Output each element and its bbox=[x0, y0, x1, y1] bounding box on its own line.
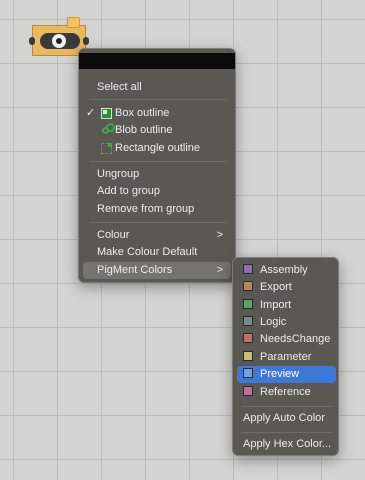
color-swatch bbox=[243, 281, 253, 291]
color-swatch bbox=[243, 264, 253, 274]
menu-item-colour[interactable]: Colour > bbox=[83, 227, 231, 244]
color-swatch bbox=[243, 316, 253, 326]
pigment-colors-submenu: Assembly Export Import Logic NeedsChange… bbox=[232, 257, 339, 456]
submenu-item-apply-hex-color[interactable]: Apply Hex Color... bbox=[237, 436, 336, 453]
submenu-item-assembly[interactable]: Assembly bbox=[237, 262, 336, 279]
color-swatch bbox=[243, 333, 253, 343]
submenu-item-label: Reference bbox=[260, 386, 311, 398]
menu-item-select-all[interactable]: Select all bbox=[83, 79, 231, 96]
menu-item-remove-from-group[interactable]: Remove from group bbox=[83, 201, 231, 218]
menu-item-label: Select all bbox=[97, 81, 142, 93]
menu-item-blob-outline[interactable]: Blob outline bbox=[83, 122, 231, 139]
context-menu: Select all ✓ Box outline Blob outline Re… bbox=[78, 48, 236, 283]
menu-item-make-colour-default[interactable]: Make Colour Default bbox=[83, 244, 231, 261]
color-swatch bbox=[243, 351, 253, 361]
color-swatch bbox=[243, 368, 253, 378]
chevron-right-icon: > bbox=[216, 264, 223, 276]
menu-item-label: Colour bbox=[97, 229, 130, 241]
menu-item-label: Make Colour Default bbox=[97, 246, 198, 258]
menu-item-label: Remove from group bbox=[97, 203, 195, 215]
submenu-item-label: NeedsChange bbox=[260, 333, 331, 345]
submenu-item-logic[interactable]: Logic bbox=[237, 314, 336, 331]
submenu-item-label: Logic bbox=[260, 316, 287, 328]
submenu-item-label: Parameter bbox=[260, 351, 312, 363]
submenu-item-export[interactable]: Export bbox=[237, 279, 336, 296]
menu-item-ungroup[interactable]: Ungroup bbox=[83, 166, 231, 183]
note-icon bbox=[67, 17, 80, 28]
submenu-item-label: Assembly bbox=[260, 264, 308, 276]
submenu-item-preview[interactable]: Preview bbox=[237, 366, 336, 383]
submenu-item-needschange[interactable]: NeedsChange bbox=[237, 331, 336, 348]
menu-separator bbox=[89, 222, 227, 223]
menu-item-label: Ungroup bbox=[97, 168, 140, 180]
menu-separator bbox=[89, 99, 227, 100]
submenu-item-label: Apply Auto Color bbox=[243, 412, 325, 424]
checkmark-icon: ✓ bbox=[86, 107, 96, 119]
submenu-item-label: Apply Hex Color... bbox=[243, 438, 332, 450]
blob-outline-icon bbox=[102, 123, 115, 134]
eye-icon bbox=[52, 34, 66, 48]
submenu-item-label: Preview bbox=[260, 368, 300, 380]
menu-separator bbox=[241, 432, 332, 433]
submenu-item-parameter[interactable]: Parameter bbox=[237, 349, 336, 366]
menu-item-add-to-group[interactable]: Add to group bbox=[83, 183, 231, 200]
submenu-item-apply-auto-color[interactable]: Apply Auto Color bbox=[237, 410, 336, 427]
color-swatch bbox=[243, 386, 253, 396]
menu-item-pigment-colors[interactable]: PigMent Colors > bbox=[83, 262, 231, 279]
menu-item-rectangle-outline[interactable]: Rectangle outline bbox=[83, 140, 231, 157]
color-swatch bbox=[243, 299, 253, 309]
submenu-item-import[interactable]: Import bbox=[237, 297, 336, 314]
menu-item-label: Rectangle outline bbox=[115, 142, 201, 154]
menu-title-bar bbox=[79, 53, 235, 69]
menu-item-label: PigMent Colors bbox=[97, 264, 173, 276]
menu-separator bbox=[89, 161, 227, 162]
submenu-item-label: Export bbox=[260, 281, 292, 293]
menu-item-label: Box outline bbox=[115, 107, 170, 119]
menu-separator bbox=[241, 406, 332, 407]
rectangle-outline-icon bbox=[101, 143, 112, 154]
menu-item-label: Add to group bbox=[97, 185, 160, 197]
menu-item-box-outline[interactable]: ✓ Box outline bbox=[83, 105, 231, 122]
menu-item-label: Blob outline bbox=[115, 124, 173, 136]
box-outline-icon bbox=[101, 108, 112, 119]
chevron-right-icon: > bbox=[216, 229, 223, 241]
submenu-item-reference[interactable]: Reference bbox=[237, 384, 336, 401]
submenu-item-label: Import bbox=[260, 299, 292, 311]
